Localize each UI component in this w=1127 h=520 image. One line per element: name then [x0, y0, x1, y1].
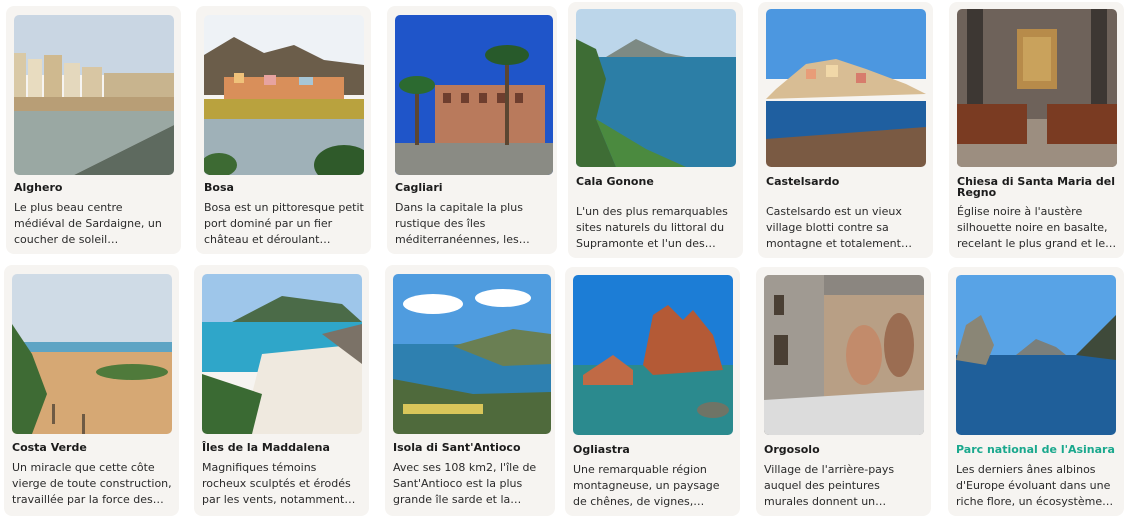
card-title[interactable]: Castelsardo	[766, 176, 927, 187]
card-title[interactable]: Parc national de l'Asinara	[956, 444, 1118, 455]
card-description: Le plus beau centre médiéval de Sardaign…	[14, 201, 162, 246]
destination-card-parc-national-asinara[interactable]: Parc national de l'Asinara Les derniers …	[948, 267, 1124, 516]
card-description: Bosa est un pittoresque petit port domin…	[204, 201, 364, 246]
card-image	[576, 9, 736, 167]
destination-card-bosa[interactable]: Bosa Bosa est un pittoresque petit port …	[196, 6, 371, 254]
destination-card-costa-verde[interactable]: Costa Verde Un miracle que cette côte vi…	[4, 265, 179, 516]
card-image	[573, 275, 733, 435]
destination-card-ogliastra[interactable]: Ogliastra Une remarquable région montagn…	[565, 267, 740, 516]
destination-card-alghero[interactable]: Alghero Le plus beau centre médiéval de …	[6, 6, 181, 254]
card-description: Magnifiques témoins rocheux sculptés et …	[202, 461, 351, 506]
card-image	[202, 274, 362, 434]
card-title[interactable]: Alghero	[14, 182, 175, 193]
card-image	[956, 275, 1116, 435]
card-image	[393, 274, 551, 434]
destination-card-orgosolo[interactable]: Orgosolo Village de l'arrière-pays auque…	[756, 267, 931, 516]
card-image	[12, 274, 172, 434]
destination-card-chiesa-santa-maria-del-regno[interactable]: Chiesa di Santa Maria del Regno Église n…	[949, 2, 1124, 258]
card-title[interactable]: Orgosolo	[764, 444, 925, 455]
card-title[interactable]: Cala Gonone	[576, 176, 737, 187]
card-image	[14, 15, 174, 175]
card-title[interactable]: Îles de la Maddalena	[202, 442, 363, 453]
card-description: L'un des plus remarquables sites naturel…	[576, 205, 728, 250]
card-image	[395, 15, 553, 175]
card-title[interactable]: Ogliastra	[573, 444, 734, 455]
card-description: Église noire à l'austère silhouette noir…	[957, 205, 1117, 250]
destination-card-castelsardo[interactable]: Castelsardo Castelsardo est un vieux vil…	[758, 2, 933, 258]
card-description: Les derniers ânes albinos d'Europe évolu…	[956, 463, 1114, 508]
card-image	[957, 9, 1117, 167]
destination-card-iles-de-la-maddalena[interactable]: Îles de la Maddalena Magnifiques témoins…	[194, 265, 369, 516]
destination-card-cala-gonone[interactable]: Cala Gonone L'un des plus remarquables s…	[568, 2, 743, 258]
card-title[interactable]: Costa Verde	[12, 442, 173, 453]
card-title[interactable]: Isola di Sant'Antioco	[393, 442, 549, 453]
destination-card-cagliari[interactable]: Cagliari Dans la capitale la plus rustiq…	[387, 6, 557, 254]
card-title[interactable]: Cagliari	[395, 182, 551, 193]
card-image	[204, 15, 364, 175]
destination-card-isola-di-sant-antioco[interactable]: Isola di Sant'Antioco Avec ses 108 km2, …	[385, 265, 555, 516]
card-description: Castelsardo est un vieux village blotti …	[766, 205, 912, 250]
card-description: Avec ses 108 km2, l'île de Sant'Antioco …	[393, 461, 537, 506]
card-description: Une remarquable région montagneuse, un p…	[573, 463, 720, 508]
card-description: Dans la capitale la plus rustique des îl…	[395, 201, 530, 246]
card-image	[764, 275, 924, 435]
card-title[interactable]: Chiesa di Santa Maria del Regno	[957, 176, 1118, 198]
card-image	[766, 9, 926, 167]
card-title[interactable]: Bosa	[204, 182, 365, 193]
card-description: Un miracle que cette côte vierge de tout…	[12, 461, 172, 506]
card-description: Village de l'arrière-pays auquel des pei…	[764, 463, 895, 508]
